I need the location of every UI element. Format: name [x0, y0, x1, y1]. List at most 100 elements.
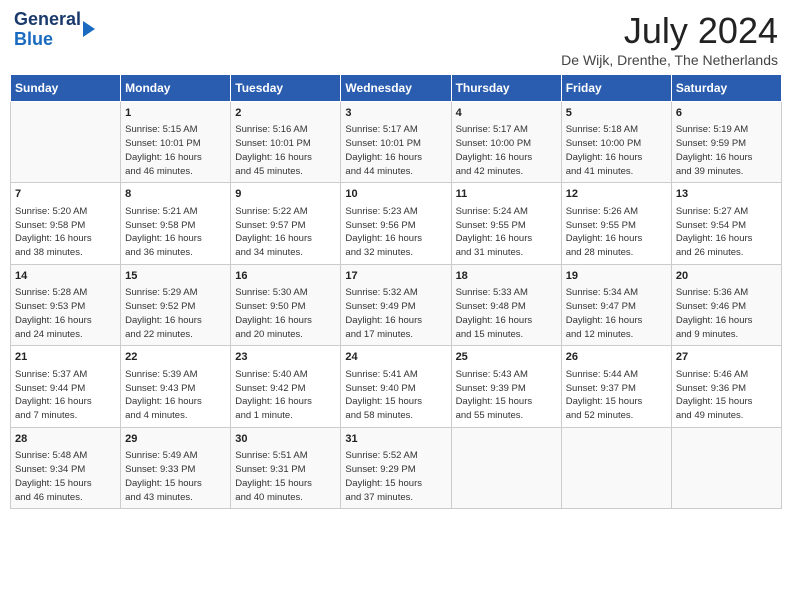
- day-info: Sunrise: 5:16 AM Sunset: 10:01 PM Daylig…: [235, 123, 336, 178]
- day-info: Sunrise: 5:51 AM Sunset: 9:31 PM Dayligh…: [235, 449, 336, 504]
- calendar-cell: 23Sunrise: 5:40 AM Sunset: 9:42 PM Dayli…: [231, 346, 341, 427]
- calendar-cell: 21 Sunrise: 5:37 AM Sunset: 9:44 PM Dayli…: [11, 346, 121, 427]
- calendar-cell: 4 Sunrise: 5:17 AM Sunset: 10:00 PM Dayli…: [451, 102, 561, 183]
- day-info: Sunrise: 5:34 AM Sunset: 9:47 PM Dayligh…: [566, 286, 667, 341]
- calendar-header-row: SundayMondayTuesdayWednesdayThursdayFrid…: [11, 75, 782, 102]
- calendar-cell: 9 Sunrise: 5:22 AM Sunset: 9:57 PM Daylig…: [231, 183, 341, 264]
- day-info: Sunrise: 5:49 AM Sunset: 9:33 PM Dayligh…: [125, 449, 226, 504]
- day-info: Sunrise: 5:27 AM Sunset: 9:54 PM Dayligh…: [676, 205, 777, 260]
- weekday-header-wednesday: Wednesday: [341, 75, 451, 102]
- day-info: Sunrise: 5:39 AM Sunset: 9:43 PM Dayligh…: [125, 368, 226, 423]
- day-info: Sunrise: 5:33 AM Sunset: 9:48 PM Dayligh…: [456, 286, 557, 341]
- day-info: Sunrise: 5:46 AM Sunset: 9:36 PM Dayligh…: [676, 368, 777, 423]
- day-number: 10: [345, 187, 446, 202]
- day-info: Sunrise: 5:17 AM Sunset: 10:00 PM Daylig…: [456, 123, 557, 178]
- day-info: Sunrise: 5:40 AM Sunset: 9:42 PM Dayligh…: [235, 368, 336, 423]
- day-number: 27: [676, 350, 777, 365]
- day-number: 15: [125, 269, 226, 284]
- weekday-header-saturday: Saturday: [671, 75, 781, 102]
- calendar-cell: 10 Sunrise: 5:23 AM Sunset: 9:56 PM Dayli…: [341, 183, 451, 264]
- logo-text: General Blue: [14, 10, 81, 50]
- calendar-cell: [671, 427, 781, 508]
- calendar-table: SundayMondayTuesdayWednesdayThursdayFrid…: [10, 74, 782, 509]
- weekday-header-tuesday: Tuesday: [231, 75, 341, 102]
- calendar-cell: 20 Sunrise: 5:36 AM Sunset: 9:46 PM Dayli…: [671, 264, 781, 345]
- day-number: 26: [566, 350, 667, 365]
- day-number: 18: [456, 269, 557, 284]
- calendar-cell: 28 Sunrise: 5:48 AM Sunset: 9:34 PM Dayli…: [11, 427, 121, 508]
- day-number: 14: [15, 269, 116, 284]
- day-number: 6: [676, 106, 777, 121]
- month-title: July 2024: [561, 10, 778, 52]
- title-section: July 2024 De Wijk, Drenthe, The Netherla…: [561, 10, 778, 68]
- day-number: 13: [676, 187, 777, 202]
- calendar-cell: 8 Sunrise: 5:21 AM Sunset: 9:58 PM Daylig…: [121, 183, 231, 264]
- day-number: 8: [125, 187, 226, 202]
- day-number: 11: [456, 187, 557, 202]
- day-number: 9: [235, 187, 336, 202]
- day-number: 25: [456, 350, 557, 365]
- calendar-week-row: 7Sunrise: 5:20 AM Sunset: 9:58 PM Daylig…: [11, 183, 782, 264]
- calendar-cell: 26 Sunrise: 5:44 AM Sunset: 9:37 PM Dayli…: [561, 346, 671, 427]
- day-number: 2: [235, 106, 336, 121]
- day-info: Sunrise: 5:44 AM Sunset: 9:37 PM Dayligh…: [566, 368, 667, 423]
- day-number: 20: [676, 269, 777, 284]
- calendar-week-row: 14Sunrise: 5:28 AM Sunset: 9:53 PM Dayli…: [11, 264, 782, 345]
- day-info: Sunrise: 5:21 AM Sunset: 9:58 PM Dayligh…: [125, 205, 226, 260]
- calendar-cell: 5 Sunrise: 5:18 AM Sunset: 10:00 PM Dayli…: [561, 102, 671, 183]
- calendar-cell: 31Sunrise: 5:52 AM Sunset: 9:29 PM Dayli…: [341, 427, 451, 508]
- day-info: Sunrise: 5:26 AM Sunset: 9:55 PM Dayligh…: [566, 205, 667, 260]
- day-info: Sunrise: 5:20 AM Sunset: 9:58 PM Dayligh…: [15, 205, 116, 260]
- day-number: 31: [345, 432, 446, 447]
- calendar-cell: 17 Sunrise: 5:32 AM Sunset: 9:49 PM Dayli…: [341, 264, 451, 345]
- day-number: 3: [345, 106, 446, 121]
- day-info: Sunrise: 5:37 AM Sunset: 9:44 PM Dayligh…: [15, 368, 116, 423]
- calendar-cell: 13 Sunrise: 5:27 AM Sunset: 9:54 PM Dayli…: [671, 183, 781, 264]
- calendar-cell: 30Sunrise: 5:51 AM Sunset: 9:31 PM Dayli…: [231, 427, 341, 508]
- calendar-cell: 7Sunrise: 5:20 AM Sunset: 9:58 PM Daylig…: [11, 183, 121, 264]
- calendar-cell: 14Sunrise: 5:28 AM Sunset: 9:53 PM Dayli…: [11, 264, 121, 345]
- location-text: De Wijk, Drenthe, The Netherlands: [561, 52, 778, 68]
- page-header: General Blue July 2024 De Wijk, Drenthe,…: [10, 10, 782, 68]
- day-info: Sunrise: 5:24 AM Sunset: 9:55 PM Dayligh…: [456, 205, 557, 260]
- calendar-cell: 19Sunrise: 5:34 AM Sunset: 9:47 PM Dayli…: [561, 264, 671, 345]
- day-info: Sunrise: 5:30 AM Sunset: 9:50 PM Dayligh…: [235, 286, 336, 341]
- day-info: Sunrise: 5:43 AM Sunset: 9:39 PM Dayligh…: [456, 368, 557, 423]
- calendar-cell: 15Sunrise: 5:29 AM Sunset: 9:52 PM Dayli…: [121, 264, 231, 345]
- calendar-cell: 1 Sunrise: 5:15 AM Sunset: 10:01 PM Dayli…: [121, 102, 231, 183]
- logo-arrow-icon: [83, 21, 95, 37]
- calendar-cell: 6 Sunrise: 5:19 AM Sunset: 9:59 PM Daylig…: [671, 102, 781, 183]
- weekday-header-thursday: Thursday: [451, 75, 561, 102]
- day-number: 24: [345, 350, 446, 365]
- day-number: 22: [125, 350, 226, 365]
- calendar-cell: 2 Sunrise: 5:16 AM Sunset: 10:01 PM Dayli…: [231, 102, 341, 183]
- calendar-cell: 24 Sunrise: 5:41 AM Sunset: 9:40 PM Dayli…: [341, 346, 451, 427]
- day-info: Sunrise: 5:15 AM Sunset: 10:01 PM Daylig…: [125, 123, 226, 178]
- calendar-cell: 25 Sunrise: 5:43 AM Sunset: 9:39 PM Dayli…: [451, 346, 561, 427]
- day-info: Sunrise: 5:22 AM Sunset: 9:57 PM Dayligh…: [235, 205, 336, 260]
- calendar-cell: 12Sunrise: 5:26 AM Sunset: 9:55 PM Dayli…: [561, 183, 671, 264]
- day-number: 28: [15, 432, 116, 447]
- weekday-header-friday: Friday: [561, 75, 671, 102]
- day-number: 4: [456, 106, 557, 121]
- logo: General Blue: [14, 10, 95, 50]
- calendar-cell: 11 Sunrise: 5:24 AM Sunset: 9:55 PM Dayli…: [451, 183, 561, 264]
- day-number: 21: [15, 350, 116, 365]
- calendar-week-row: 21 Sunrise: 5:37 AM Sunset: 9:44 PM Dayli…: [11, 346, 782, 427]
- weekday-header-monday: Monday: [121, 75, 231, 102]
- calendar-cell: 29Sunrise: 5:49 AM Sunset: 9:33 PM Dayli…: [121, 427, 231, 508]
- calendar-week-row: 28 Sunrise: 5:48 AM Sunset: 9:34 PM Dayli…: [11, 427, 782, 508]
- calendar-cell: 27 Sunrise: 5:46 AM Sunset: 9:36 PM Dayli…: [671, 346, 781, 427]
- day-info: Sunrise: 5:19 AM Sunset: 9:59 PM Dayligh…: [676, 123, 777, 178]
- day-info: Sunrise: 5:48 AM Sunset: 9:34 PM Dayligh…: [15, 449, 116, 504]
- day-info: Sunrise: 5:32 AM Sunset: 9:49 PM Dayligh…: [345, 286, 446, 341]
- day-info: Sunrise: 5:18 AM Sunset: 10:00 PM Daylig…: [566, 123, 667, 178]
- day-number: 5: [566, 106, 667, 121]
- day-info: Sunrise: 5:41 AM Sunset: 9:40 PM Dayligh…: [345, 368, 446, 423]
- day-info: Sunrise: 5:23 AM Sunset: 9:56 PM Dayligh…: [345, 205, 446, 260]
- calendar-cell: [11, 102, 121, 183]
- calendar-cell: [561, 427, 671, 508]
- day-number: 1: [125, 106, 226, 121]
- day-number: 17: [345, 269, 446, 284]
- day-info: Sunrise: 5:36 AM Sunset: 9:46 PM Dayligh…: [676, 286, 777, 341]
